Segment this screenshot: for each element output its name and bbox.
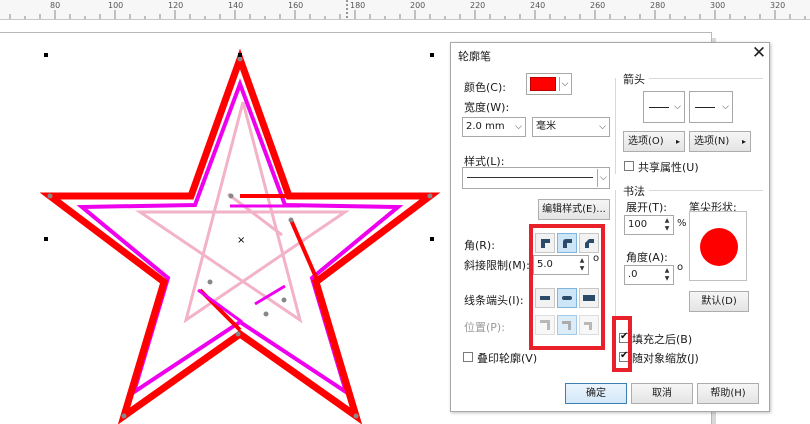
default-button[interactable]: 默认(D) [689, 291, 749, 312]
square-cap-button[interactable] [579, 288, 599, 308]
fill-behind-label: 填充之后(B) [632, 333, 693, 346]
butt-cap-icon [540, 296, 550, 300]
round-corner-icon [563, 239, 572, 248]
nib-shape-preview[interactable] [689, 211, 747, 281]
color-picker[interactable]: ⌵ [526, 73, 572, 95]
width-value: 2.0 mm [466, 121, 505, 132]
options-right-label: 选项(N) [694, 136, 730, 147]
stretch-label: 展开(T): [626, 201, 668, 214]
width-unit-value: 毫米 [536, 121, 556, 132]
miter-limit-spinner[interactable]: 5.0 ▲ ▼ [533, 255, 589, 275]
solid-line-sample [467, 177, 593, 178]
inside-position-button[interactable] [579, 315, 599, 335]
share-attributes-checkbox[interactable] [624, 161, 634, 171]
round-cap-button[interactable] [557, 288, 577, 308]
fill-behind-checkbox[interactable] [619, 331, 629, 343]
line-style-select[interactable]: ⌵ [462, 167, 610, 189]
help-button[interactable]: 帮助(H) [697, 383, 759, 404]
outside-position-button[interactable] [535, 315, 555, 335]
end-arrow-select[interactable]: ⌵ [689, 91, 733, 123]
corner-label: 角(R): [464, 239, 495, 252]
degree-symbol: o [593, 253, 600, 264]
position-label: 位置(P): [464, 321, 505, 334]
chevron-down-icon: ⌵ [722, 102, 729, 112]
color-label: 颜色(C): [464, 81, 506, 94]
miter-corner-icon [541, 239, 550, 248]
arrow-options-right-button[interactable]: 选项(N) ▸ [689, 131, 751, 152]
square-cap-icon [583, 295, 595, 301]
chevron-down-icon: ⌵ [515, 122, 522, 132]
inside-position-icon [584, 322, 592, 330]
cancel-button[interactable]: 取消 [631, 383, 693, 404]
stretch-value: 100 [628, 219, 648, 230]
calligraphy-group-title: 书法 [623, 185, 645, 198]
dropdown-triangle-icon: ▸ [741, 137, 746, 146]
round-corner-button[interactable] [557, 233, 577, 253]
line-caps-label: 线条端头(I): [464, 294, 524, 307]
round-cap-icon [562, 296, 572, 300]
angle-value: .0 [628, 269, 638, 280]
overprint-checkbox[interactable] [463, 352, 473, 362]
miter-limit-label: 斜接限制(M): [464, 259, 530, 272]
butt-cap-button[interactable] [535, 288, 555, 308]
spin-arrows-icon[interactable]: ▲ ▼ [577, 257, 587, 273]
group-divider [615, 190, 616, 320]
dropdown-triangle-icon: ▸ [675, 137, 680, 146]
arrow-line-sample [695, 107, 715, 108]
angle-label: 角度(A): [626, 251, 668, 264]
options-left-label: 选项(O) [628, 136, 664, 147]
edit-style-button[interactable]: 编辑样式(E)... [538, 199, 610, 220]
outside-position-icon [540, 320, 550, 330]
width-label: 宽度(W): [464, 101, 510, 114]
center-position-button[interactable] [557, 315, 577, 335]
spin-arrows-icon[interactable]: ▲ ▼ [662, 267, 672, 283]
chevron-down-icon: ⌵ [674, 102, 681, 112]
outline-pen-dialog[interactable]: 轮廓笔 ✕ 颜色(C): ⌵ 宽度(W): 2.0 mm ⌵ 毫米 ⌵ 样式(L… [450, 42, 770, 412]
group-divider [615, 78, 616, 174]
stretch-spinner[interactable]: 100 ▲ ▼ [624, 215, 674, 235]
center-mark: × [237, 235, 245, 246]
chevron-down-icon: ⌵ [597, 169, 609, 187]
arrows-group-title: 箭头 [623, 73, 645, 86]
arrow-options-left-button[interactable]: 选项(O) ▸ [623, 131, 685, 152]
chevron-down-icon: ⌵ [559, 77, 570, 91]
group-divider [649, 190, 763, 191]
group-divider [649, 78, 763, 79]
start-arrow-select[interactable]: ⌵ [643, 91, 685, 123]
scale-with-object-label: 随对象缩放(J) [632, 352, 699, 365]
dialog-title: 轮廓笔 [458, 50, 491, 63]
bevel-corner-button[interactable] [579, 233, 599, 253]
width-select[interactable]: 2.0 mm ⌵ [462, 117, 526, 137]
percent-symbol: % [677, 218, 687, 229]
share-attributes-label: 共享属性(U) [638, 161, 699, 174]
bevel-corner-icon [585, 239, 594, 248]
width-unit-select[interactable]: 毫米 ⌵ [532, 117, 610, 137]
miter-limit-value: 5.0 [537, 259, 553, 270]
angle-spinner[interactable]: .0 ▲ ▼ [624, 265, 674, 285]
chevron-down-icon: ⌵ [599, 122, 606, 132]
ok-button[interactable]: 确定 [565, 383, 627, 404]
close-icon[interactable]: ✕ [749, 44, 769, 64]
nib-shape-circle [700, 228, 738, 266]
spin-arrows-icon[interactable]: ▲ ▼ [662, 217, 672, 233]
arrow-line-sample [649, 107, 669, 108]
color-swatch [530, 77, 556, 91]
center-position-icon [562, 321, 571, 330]
overprint-label: 叠印轮廓(V) [477, 352, 538, 365]
miter-corner-button[interactable] [535, 233, 555, 253]
degree-symbol: o [677, 262, 684, 273]
scale-with-object-checkbox[interactable] [619, 350, 629, 362]
